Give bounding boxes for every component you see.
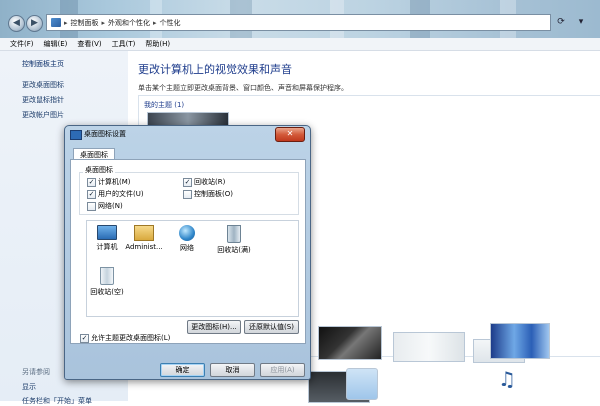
menu-view[interactable]: 查看(V) (77, 39, 101, 49)
menu-bar: 文件(F) 编辑(E) 查看(V) 工具(T) 帮助(H) (0, 38, 600, 51)
network-desktop-icon[interactable]: 网络 (167, 225, 207, 253)
computer-desktop-icon[interactable]: 计算机 (87, 225, 127, 252)
page-subtitle: 单击某个主题立即更改桌面背景、窗口颜色、声音和屏幕保护程序。 (138, 84, 348, 92)
see-also-heading: 另请参阅 (22, 368, 50, 376)
dialog-tabstrip: 桌面图标 (70, 146, 305, 161)
desktop-icon-settings-dialog: 桌面图标设置 ✕ 桌面图标 桌面图标 ✓ 计算机(M) ✓ 回收站(R) ✓ 用… (64, 125, 311, 380)
computer-icon (97, 225, 117, 240)
dialog-tab-content: 桌面图标 ✓ 计算机(M) ✓ 回收站(R) ✓ 用户的文件(U) 控制面板(O… (70, 159, 306, 344)
back-button[interactable]: ◀ (8, 15, 25, 32)
breadcrumb-item[interactable]: 个性化 (160, 18, 181, 28)
my-themes-label: 我的主题 (1) (144, 101, 185, 109)
checkbox-icon (183, 189, 192, 199)
menu-tools[interactable]: 工具(T) (112, 39, 136, 49)
cancel-button[interactable]: 取消 (210, 363, 255, 377)
sounds-icon[interactable]: ♫ (498, 367, 516, 391)
window-color-swatch[interactable] (346, 368, 378, 400)
user-files-checkbox[interactable]: ✓ 用户的文件(U) (87, 189, 144, 199)
change-desktop-icons-link[interactable]: 更改桌面图标 (22, 80, 64, 90)
change-account-picture-link[interactable]: 更改帐户图片 (22, 110, 64, 120)
user-folder-desktop-icon[interactable]: Administ... (124, 225, 164, 251)
menu-file[interactable]: 文件(F) (10, 39, 34, 49)
computer-checkbox[interactable]: ✓ 计算机(M) (87, 177, 131, 187)
control-panel-icon (51, 18, 61, 27)
theme-thumbnail[interactable] (490, 323, 550, 359)
checkbox-icon: ✓ (87, 189, 96, 199)
network-globe-icon (179, 225, 195, 241)
address-bar[interactable]: ▸ 控制面板 ▸ 外观和个性化 ▸ 个性化 (46, 14, 551, 31)
display-link[interactable]: 显示 (22, 382, 36, 392)
close-button[interactable]: ✕ (275, 127, 305, 142)
checkbox-icon (87, 201, 96, 211)
group-label: 桌面图标 (83, 165, 115, 175)
allow-themes-checkbox[interactable]: ✓ 允许主题更改桌面图标(L) (80, 333, 170, 343)
breadcrumb-item[interactable]: 外观和个性化 (108, 18, 150, 28)
checkbox-icon: ✓ (80, 333, 89, 343)
breadcrumb-item[interactable]: 控制面板 (71, 18, 99, 28)
theme-thumbnail[interactable] (393, 332, 465, 362)
page-title: 更改计算机上的视觉效果和声音 (138, 63, 292, 76)
network-checkbox[interactable]: 网络(N) (87, 201, 123, 211)
theme-thumbnail[interactable] (318, 326, 382, 360)
dialog-title: 桌面图标设置 (84, 130, 126, 138)
recycle-bin-empty-desktop-icon[interactable]: 回收站(空) (87, 267, 127, 297)
window-titlebar: ◀ ▶ ▸ 控制面板 ▸ 外观和个性化 ▸ 个性化 ⟳ ▾ (0, 0, 600, 38)
menu-help[interactable]: 帮助(H) (145, 39, 170, 49)
control-panel-home-link[interactable]: 控制面板主页 (22, 59, 64, 69)
restore-default-button[interactable]: 还原默认值(S) (244, 320, 299, 334)
apply-button[interactable]: 应用(A) (260, 363, 305, 377)
control-panel-checkbox[interactable]: 控制面板(O) (183, 189, 233, 199)
checkbox-icon: ✓ (183, 177, 192, 187)
forward-button[interactable]: ▶ (26, 15, 43, 32)
icon-preview-list: 计算机 Administ... 网络 回收站(满) 回收站(空) (86, 220, 299, 317)
dialog-app-icon (70, 130, 82, 140)
refresh-icon[interactable]: ⟳ (552, 13, 570, 31)
recycle-bin-full-desktop-icon[interactable]: 回收站(满) (214, 225, 254, 255)
user-folder-icon (134, 225, 154, 241)
recycle-bin-full-icon (227, 225, 241, 243)
recycle-bin-empty-icon (100, 267, 114, 285)
recycle-bin-checkbox[interactable]: ✓ 回收站(R) (183, 177, 225, 187)
checkbox-icon: ✓ (87, 177, 96, 187)
dropdown-arrow-icon[interactable]: ▾ (572, 13, 590, 31)
taskbar-start-menu-link[interactable]: 任务栏和「开始」菜单 (22, 396, 92, 406)
change-mouse-pointer-link[interactable]: 更改鼠标指针 (22, 95, 64, 105)
menu-edit[interactable]: 编辑(E) (44, 39, 68, 49)
change-icon-button[interactable]: 更改图标(H)... (187, 320, 241, 334)
ok-button[interactable]: 确定 (160, 363, 205, 377)
